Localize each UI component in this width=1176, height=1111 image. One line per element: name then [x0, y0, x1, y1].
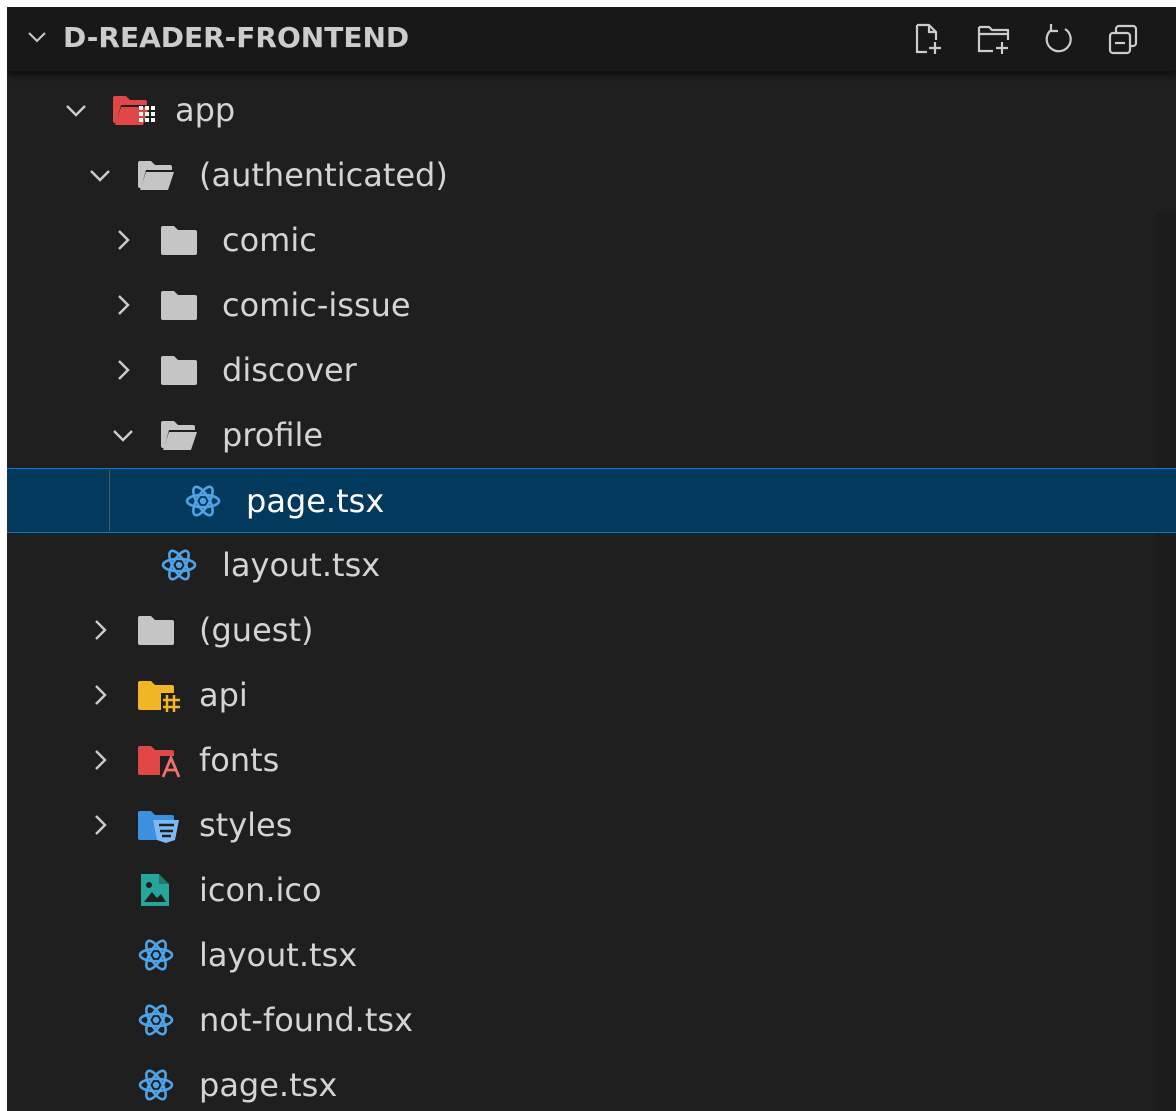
- folder-icon: [160, 287, 198, 323]
- folder-icon: [137, 612, 175, 648]
- fonts-folder-icon: [137, 742, 183, 778]
- react-icon: [137, 1002, 175, 1038]
- react-icon: [160, 547, 198, 583]
- chevron-right-icon[interactable]: [110, 292, 136, 318]
- tree-item-label: layout.tsx: [199, 936, 358, 974]
- react-icon: [137, 1067, 175, 1103]
- refresh-icon[interactable]: [1041, 21, 1077, 57]
- tree-folder-discover[interactable]: discover: [7, 338, 1176, 403]
- tree-file-layout-tsx[interactable]: layout.tsx: [7, 533, 1176, 598]
- chevron-down-icon[interactable]: [87, 162, 113, 188]
- tree-file-icon-ico[interactable]: icon.ico: [7, 858, 1176, 923]
- collapse-all-icon[interactable]: [1106, 21, 1142, 57]
- folder-icon: [160, 352, 198, 388]
- explorer-section-header[interactable]: D-READER-FRONTEND: [7, 7, 1176, 71]
- tree-item-label: app: [175, 91, 236, 129]
- image-file-icon: [137, 872, 175, 908]
- new-folder-icon[interactable]: [976, 21, 1012, 57]
- tree-item-label: page.tsx: [246, 482, 385, 520]
- tree-item-label: comic: [222, 221, 317, 259]
- chevron-right-icon[interactable]: [87, 812, 113, 838]
- tree-item-label: layout.tsx: [222, 546, 381, 584]
- folder-open-icon: [137, 157, 175, 193]
- app-folder-open-icon: [112, 92, 158, 128]
- chevron-right-icon[interactable]: [110, 227, 136, 253]
- tree-folder-styles[interactable]: styles: [7, 793, 1176, 858]
- tree-folder-guest[interactable]: (guest): [7, 598, 1176, 663]
- tree-item-label: comic-issue: [222, 286, 411, 324]
- tree-file-not-found-tsx[interactable]: not-found.tsx: [7, 988, 1176, 1053]
- tree-item-label: profile: [222, 416, 324, 454]
- chevron-down-icon[interactable]: [110, 422, 136, 448]
- tree-item-label: (authenticated): [199, 156, 448, 194]
- chevron-right-icon[interactable]: [110, 357, 136, 383]
- tree-item-label: discover: [222, 351, 357, 389]
- folder-open-icon: [160, 417, 198, 453]
- chevron-right-icon[interactable]: [87, 682, 113, 708]
- tree-item-label: (guest): [199, 611, 314, 649]
- chevron-right-icon[interactable]: [87, 617, 113, 643]
- tree-folder-comic-issue[interactable]: comic-issue: [7, 273, 1176, 338]
- react-icon: [184, 483, 222, 519]
- tree-folder-profile[interactable]: profile: [7, 403, 1176, 468]
- styles-folder-icon: [137, 807, 183, 843]
- section-title: D-READER-FRONTEND: [63, 21, 410, 54]
- tree-item-label: fonts: [199, 741, 280, 779]
- tree-folder-comic[interactable]: comic: [7, 208, 1176, 273]
- tree-item-label: api: [199, 676, 248, 714]
- tree-folder-fonts[interactable]: fonts: [7, 728, 1176, 793]
- tree-file-layout-tsx[interactable]: layout.tsx: [7, 923, 1176, 988]
- api-folder-icon: [137, 677, 183, 713]
- tree-folder-app[interactable]: app: [7, 78, 1176, 143]
- tree-item-label: styles: [199, 806, 293, 844]
- chevron-down-icon[interactable]: [25, 25, 49, 49]
- explorer-panel: D-READER-FRONTEND app (authenticated) co…: [7, 7, 1176, 1111]
- chevron-right-icon[interactable]: [87, 747, 113, 773]
- tree-folder-api[interactable]: api: [7, 663, 1176, 728]
- tree-item-label: not-found.tsx: [199, 1001, 413, 1039]
- indent-guide: [109, 470, 110, 531]
- tree-file-page-tsx[interactable]: page.tsx: [7, 1053, 1176, 1111]
- chevron-down-icon[interactable]: [63, 97, 89, 123]
- react-icon: [137, 937, 175, 973]
- tree-item-label: page.tsx: [199, 1066, 338, 1104]
- new-file-icon[interactable]: [911, 21, 947, 57]
- tree-file-page-tsx[interactable]: page.tsx: [7, 468, 1176, 533]
- folder-icon: [160, 222, 198, 258]
- tree-item-label: icon.ico: [199, 871, 322, 909]
- tree-folder-authenticated[interactable]: (authenticated): [7, 143, 1176, 208]
